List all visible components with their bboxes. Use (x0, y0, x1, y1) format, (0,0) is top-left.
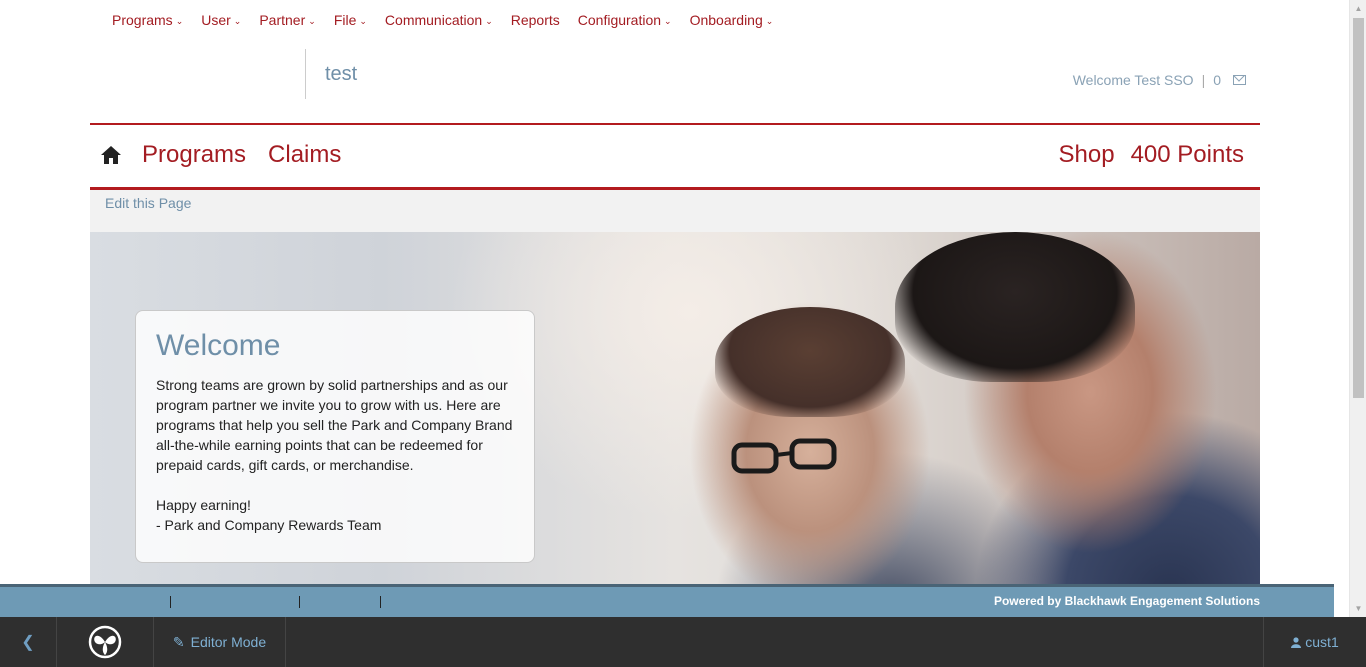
admin-top-nav: Programs ⌄ User ⌄ Partner ⌄ File ⌄ Communica… (112, 12, 773, 28)
scroll-down-arrow-icon[interactable]: ▼ (1350, 600, 1366, 617)
chevron-down-icon: ⌄ (359, 16, 367, 26)
admin-nav-label: File (333, 12, 357, 28)
footer-band: Powered by Blackhawk Engagement Solution… (0, 584, 1334, 617)
main-nav: Programs Claims Shop 400 Points (90, 123, 1260, 190)
welcome-card: Welcome Strong teams are grown by solid … (135, 310, 535, 563)
welcome-text[interactable]: Welcome Test SSO (1073, 72, 1194, 88)
editor-mode-button[interactable]: ✎ Editor Mode (154, 617, 286, 667)
scroll-up-arrow-icon[interactable]: ▲ (1350, 0, 1366, 17)
admin-nav-onboarding[interactable]: Onboarding ⌄ (690, 12, 774, 28)
main-nav-claims[interactable]: Claims (268, 141, 341, 169)
edit-bar: Edit this Page (90, 190, 1260, 232)
admin-nav-reports[interactable]: Reports (511, 12, 560, 28)
vertical-scrollbar[interactable]: ▲ ▼ (1349, 0, 1366, 617)
admin-nav-communication[interactable]: Communication ⌄ (385, 12, 493, 28)
user-name: cust1 (1305, 634, 1339, 650)
admin-nav-configuration[interactable]: Configuration ⌄ (578, 12, 672, 28)
main-nav-right: Shop 400 Points (1059, 141, 1244, 169)
user-icon (1291, 636, 1302, 648)
editor-mode-label: Editor Mode (190, 634, 267, 650)
editor-bar: ❮ ✎ Editor Mode cust1 (0, 617, 1366, 667)
admin-nav-label: Programs (112, 12, 173, 28)
back-chevron-icon[interactable]: ❮ (0, 617, 57, 667)
message-count[interactable]: 0 (1213, 72, 1221, 88)
hero-banner: Welcome Strong teams are grown by solid … (90, 232, 1260, 584)
powered-by-text[interactable]: Powered by Blackhawk Engagement Solution… (994, 594, 1260, 608)
hero-photo-detail (715, 307, 905, 417)
home-icon[interactable] (100, 145, 122, 165)
main-nav-left: Programs Claims (142, 141, 341, 169)
admin-nav-partner[interactable]: Partner ⌄ (259, 12, 315, 28)
chevron-down-icon: ⌄ (664, 16, 672, 26)
admin-nav-label: Communication (384, 12, 483, 28)
chevron-down-icon: ⌄ (233, 16, 242, 26)
edit-page-link[interactable]: Edit this Page (105, 195, 191, 211)
admin-nav-label: Onboarding (689, 12, 763, 28)
welcome-separator: | (1201, 72, 1206, 88)
hero-photo-glasses (731, 438, 837, 474)
admin-nav-programs[interactable]: Programs ⌄ (112, 12, 183, 28)
main-nav-programs[interactable]: Programs (142, 141, 246, 169)
mail-icon[interactable] (1233, 75, 1246, 85)
admin-nav-user[interactable]: User ⌄ (201, 12, 241, 28)
scroll-thumb[interactable] (1353, 18, 1364, 398)
admin-nav-label: User (201, 12, 231, 28)
pencil-icon: ✎ (172, 633, 185, 650)
footer-separator (170, 596, 171, 608)
welcome-area: Welcome Test SSO | 0 (1073, 72, 1246, 88)
welcome-closing-1: Happy earning! (156, 497, 251, 513)
chevron-down-icon: ⌄ (308, 16, 316, 26)
welcome-closing-2: - Park and Company Rewards Team (156, 517, 382, 533)
brand-logo-svg (88, 625, 122, 659)
main-nav-shop[interactable]: Shop (1059, 141, 1115, 169)
admin-nav-label: Reports (510, 12, 560, 28)
welcome-title: Welcome (156, 329, 281, 362)
chevron-down-icon: ⌄ (485, 16, 493, 26)
brand-logo-icon[interactable] (57, 617, 154, 667)
footer-separator (299, 596, 300, 608)
hero-photo-detail (895, 232, 1135, 382)
user-menu-button[interactable]: cust1 (1263, 617, 1366, 667)
footer-separator (380, 596, 381, 608)
admin-nav-label: Configuration (577, 12, 662, 28)
site-title[interactable]: test (325, 63, 357, 86)
chevron-down-icon: ⌄ (175, 16, 184, 26)
admin-nav-file[interactable]: File ⌄ (334, 12, 367, 28)
logo-divider (305, 49, 306, 99)
welcome-body: Strong teams are grown by solid partners… (156, 377, 513, 473)
chevron-down-icon: ⌄ (765, 16, 774, 26)
admin-nav-label: Partner (259, 12, 306, 28)
points-balance[interactable]: 400 Points (1131, 141, 1244, 169)
